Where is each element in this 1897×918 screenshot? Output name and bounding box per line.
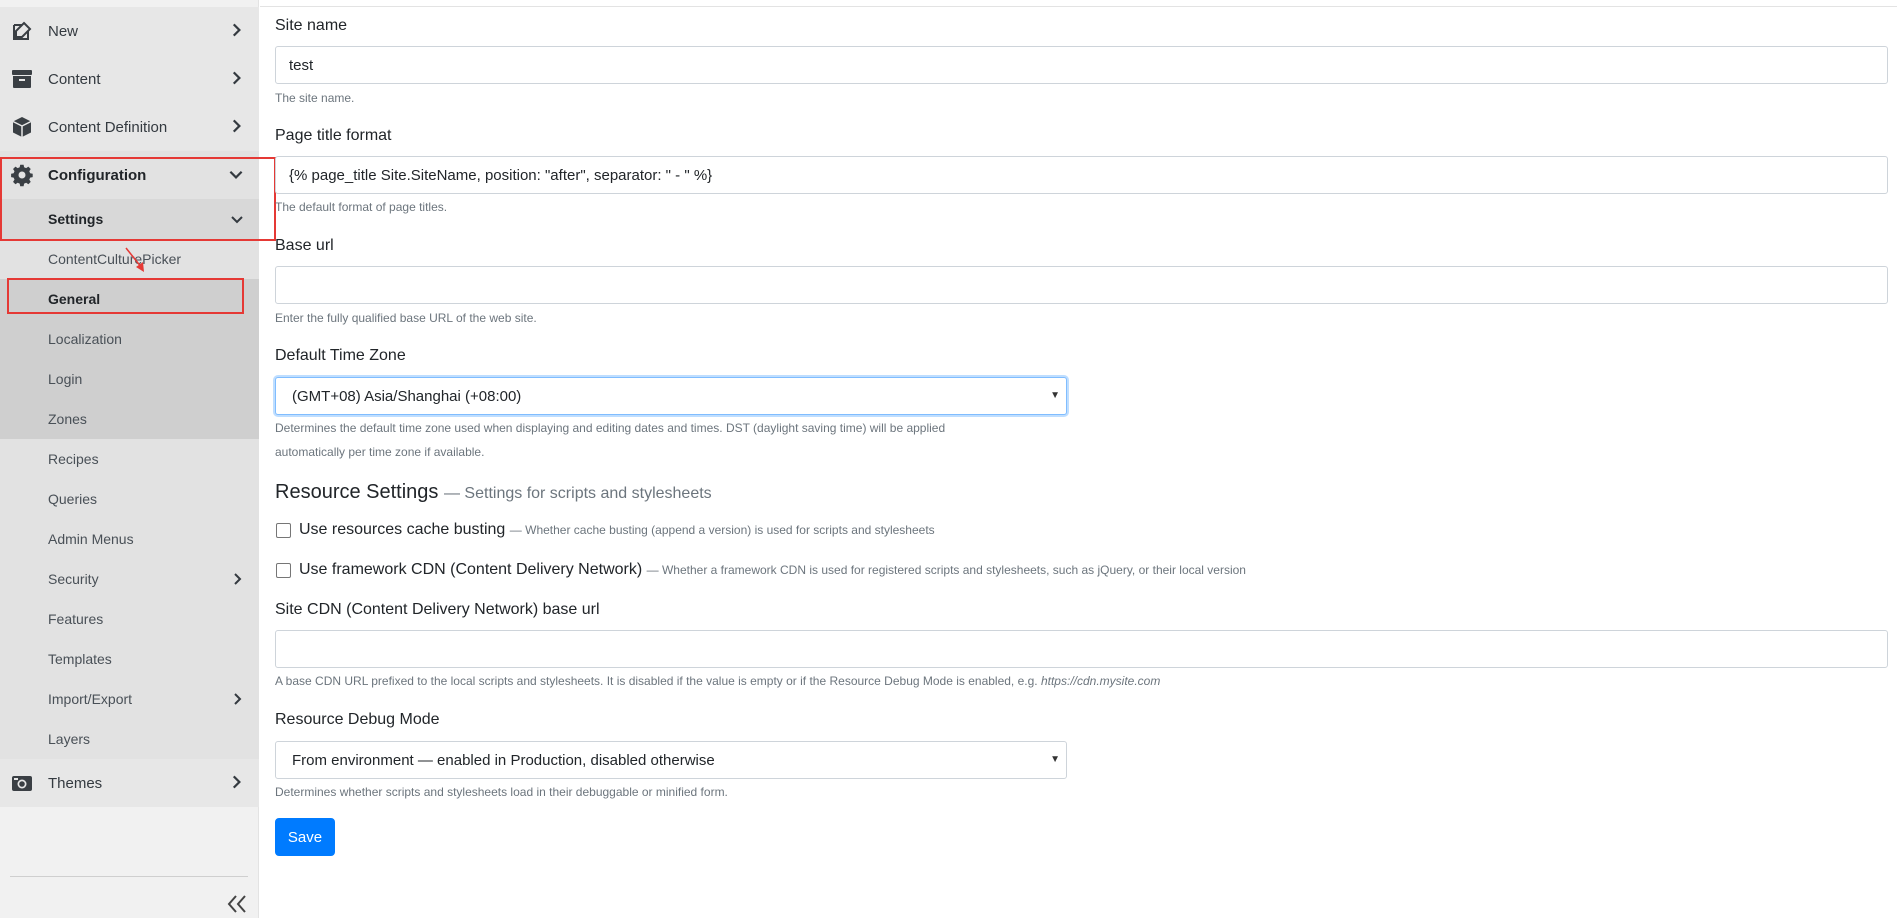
base-url-label: Base url [275, 237, 334, 254]
sidebar-item-settings[interactable]: Settings [0, 199, 259, 239]
framework-cdn-label-group: Use framework CDN (Content Delivery Netw… [299, 561, 1246, 579]
sidebar-item-security[interactable]: Security [0, 559, 259, 599]
resource-settings-subtitle: — Settings for scripts and stylesheets [443, 485, 712, 502]
sidebar-item-content[interactable]: Content [0, 55, 259, 103]
sidebar-item-label: Content [48, 70, 101, 88]
sidebar-item-label: Localization [48, 331, 122, 347]
sidebar-item-label: Queries [48, 491, 98, 507]
sidebar-item-label: Layers [48, 731, 91, 747]
chevron-right-icon [232, 23, 241, 37]
debug-mode-help: Determines whether scripts and styleshee… [275, 785, 728, 799]
time-zone-value: (GMT+08) Asia/Shanghai (+08:00) [292, 387, 522, 405]
sidebar-item-zones[interactable]: Zones [0, 399, 259, 439]
resource-settings-title: Resource Settings [275, 481, 439, 503]
sidebar-item-label: New [48, 22, 79, 40]
resource-settings-heading: Resource Settings — Settings for scripts… [275, 481, 712, 504]
sidebar-item-label: Settings [48, 211, 104, 227]
debug-mode-label: Resource Debug Mode [275, 711, 440, 728]
sidebar-item-label: Templates [48, 651, 112, 667]
annotation-arrow-icon [125, 247, 144, 272]
time-zone-help-line2: automatically per time zone if available… [275, 445, 485, 459]
cache-busting-checkbox[interactable] [276, 523, 291, 538]
sidebar-item-configuration[interactable]: Configuration [0, 151, 259, 199]
cache-busting-label[interactable]: Use resources cache busting [299, 521, 505, 538]
time-zone-select[interactable]: (GMT+08) Asia/Shanghai (+08:00) ▼ [275, 377, 1067, 415]
chevron-right-icon [232, 775, 241, 789]
page-title-format-label: Page title format [275, 127, 392, 144]
sidebar-item-label: Features [48, 611, 104, 627]
archive-icon [12, 70, 32, 88]
site-cdn-help-example: https://cdn.mysite.com [1040, 674, 1161, 688]
site-cdn-help-text: A base CDN URL prefixed to the local scr… [275, 674, 1038, 688]
edit-icon [13, 21, 32, 40]
chevron-down-icon [231, 216, 243, 224]
page-title-format-help: The default format of page titles. [275, 200, 448, 214]
sidebar-item-label: Configuration [48, 166, 147, 184]
sidebar-item-queries[interactable]: Queries [0, 479, 259, 519]
debug-mode-select[interactable]: From environment — enabled in Production… [275, 741, 1067, 779]
sidebar-item-label: Recipes [48, 451, 99, 467]
page-title-format-input[interactable]: {% page_title Site.SiteName, position: "… [275, 156, 1888, 194]
save-button[interactable]: Save [275, 818, 335, 856]
site-name-label: Site name [275, 17, 348, 34]
sidebar-divider [10, 876, 248, 877]
sidebar-item-label: Security [48, 571, 99, 587]
sidebar-item-general[interactable]: General [0, 279, 259, 319]
select-arrow-icon: ▼ [1050, 390, 1060, 401]
base-url-input[interactable] [275, 266, 1888, 304]
double-chevron-left-icon[interactable] [226, 894, 248, 914]
time-zone-label: Default Time Zone [275, 347, 406, 364]
sidebar-item-label: Login [48, 371, 83, 387]
sidebar-item-label: Admin Menus [48, 531, 134, 547]
sidebar-item-recipes[interactable]: Recipes [0, 439, 259, 479]
gear-icon [11, 164, 33, 187]
framework-cdn-label[interactable]: Use framework CDN (Content Delivery Netw… [299, 561, 642, 578]
sidebar-item-new[interactable]: New [0, 7, 259, 55]
sidebar-item-themes[interactable]: Themes [0, 759, 259, 807]
sidebar: New Content Content Definition Configura… [0, 0, 276, 918]
sidebar-item-localization[interactable]: Localization [0, 319, 259, 359]
select-arrow-icon: ▼ [1050, 754, 1060, 765]
framework-cdn-hint: — Whether a framework CDN is used for re… [646, 563, 1246, 577]
sidebar-item-label: Zones [48, 411, 87, 427]
chevron-right-icon [232, 119, 241, 133]
site-cdn-input[interactable] [275, 630, 1888, 668]
camera-icon [12, 776, 32, 791]
sidebar-item-login[interactable]: Login [0, 359, 259, 399]
sidebar-item-label: Content Definition [48, 118, 168, 136]
sidebar-item-label: Themes [48, 774, 103, 792]
sidebar-item-import-export[interactable]: Import/Export [0, 679, 259, 719]
time-zone-help-line1: Determines the default time zone used wh… [275, 421, 946, 435]
cube-icon [12, 117, 32, 137]
base-url-help: Enter the fully qualified base URL of th… [275, 311, 537, 325]
cache-busting-label-group: Use resources cache busting — Whether ca… [299, 521, 935, 539]
debug-mode-value: From environment — enabled in Production… [292, 751, 715, 769]
top-divider [260, 6, 1897, 7]
sidebar-item-label: ContentCulturePicker [48, 251, 182, 267]
chevron-right-icon [234, 573, 242, 585]
site-name-input[interactable]: test [275, 46, 1888, 84]
framework-cdn-checkbox[interactable] [276, 563, 291, 578]
site-cdn-label: Site CDN (Content Delivery Network) base… [275, 601, 600, 618]
sidebar-item-layers[interactable]: Layers [0, 719, 259, 759]
chevron-right-icon [232, 71, 241, 85]
site-name-help: The site name. [275, 91, 355, 105]
sidebar-item-label: Import/Export [48, 691, 133, 707]
sidebar-item-admin-menus[interactable]: Admin Menus [0, 519, 259, 559]
chevron-right-icon [234, 693, 242, 705]
cache-busting-hint: — Whether cache busting (append a versio… [509, 523, 935, 537]
site-cdn-help: A base CDN URL prefixed to the local scr… [275, 669, 1160, 693]
sidebar-item-templates[interactable]: Templates [0, 639, 259, 679]
chevron-down-icon [229, 170, 243, 179]
sidebar-item-features[interactable]: Features [0, 599, 259, 639]
sidebar-item-label: General [48, 291, 101, 307]
sidebar-item-content-definition[interactable]: Content Definition [0, 103, 259, 151]
